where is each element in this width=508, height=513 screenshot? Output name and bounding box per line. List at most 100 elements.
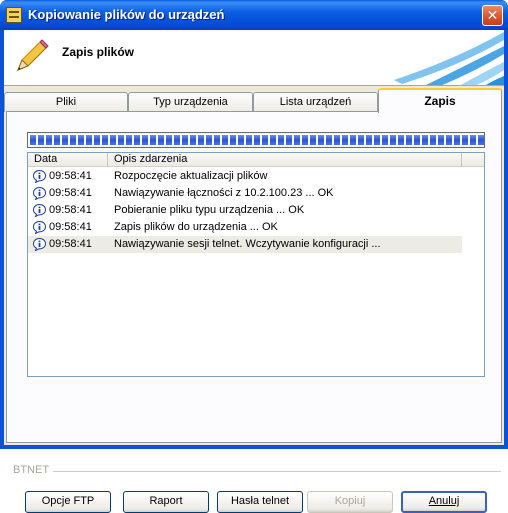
- telnet-passwords-button[interactable]: Hasła telnet: [217, 491, 303, 513]
- column-header-opis[interactable]: Opis zdarzenia: [108, 153, 462, 167]
- tab-panel-zapis: Data Opis zdarzenia 09:58:41 Rozpoczęcie …: [6, 111, 502, 513]
- log-header: Data Opis zdarzenia: [28, 153, 484, 167]
- header-title: Zapis plików: [62, 45, 135, 59]
- progress-segment: [334, 135, 340, 145]
- progress-segment: [422, 135, 428, 145]
- progress-segment: [398, 135, 404, 145]
- progress-segment: [102, 135, 108, 145]
- log-time: 09:58:41: [49, 238, 92, 250]
- progress-segment: [374, 135, 380, 145]
- log-message: Pobieranie pliku typu urządzenia ... OK: [114, 204, 305, 216]
- progress-segment: [470, 135, 476, 145]
- progress-segment: [78, 135, 84, 145]
- progress-segment: [390, 135, 396, 145]
- log-time: 09:58:41: [49, 221, 92, 233]
- progress-segment: [142, 135, 148, 145]
- report-button[interactable]: Raport: [123, 491, 209, 513]
- progress-segment: [238, 135, 244, 145]
- ftp-options-button[interactable]: Opcje FTP: [25, 491, 111, 513]
- log-time: 09:58:41: [49, 170, 92, 182]
- log-rows: 09:58:41 Rozpoczęcie aktualizacji plików 0…: [28, 168, 484, 253]
- progress-segment: [342, 135, 348, 145]
- title-bar[interactable]: Kopiowanie plików do urządzeń ✕: [0, 0, 508, 30]
- progress-segment: [310, 135, 316, 145]
- log-message: Nawiązywanie sesji telnet. Wczytywanie k…: [114, 238, 381, 250]
- info-icon: [33, 221, 46, 234]
- info-icon: [33, 170, 46, 183]
- log-time: 09:58:41: [49, 204, 92, 216]
- close-button[interactable]: ✕: [482, 5, 503, 26]
- event-log-list[interactable]: Data Opis zdarzenia 09:58:41 Rozpoczęcie …: [27, 152, 485, 377]
- log-message: Rozpoczęcie aktualizacji plików: [114, 170, 268, 182]
- log-row[interactable]: 09:58:41 Nawiązywanie łączności z 10.2.10…: [28, 185, 484, 202]
- progress-segment: [262, 135, 268, 145]
- log-row[interactable]: 09:58:41 Rozpoczęcie aktualizacji plików: [28, 168, 484, 185]
- info-icon: [33, 204, 46, 217]
- tab-strip: Pliki Typ urządzenia Lista urządzeń Zapi…: [4, 88, 504, 113]
- brand-label: BTNET: [13, 464, 50, 476]
- progress-segment: [118, 135, 124, 145]
- progress-segment: [198, 135, 204, 145]
- progress-segment: [38, 135, 44, 145]
- progress-segment: [230, 135, 236, 145]
- progress-segment: [414, 135, 420, 145]
- progress-segment: [94, 135, 100, 145]
- log-row[interactable]: 09:58:41 Zapis plików do urządzenia ... O…: [28, 219, 484, 236]
- cancel-button-label: Anuluj: [428, 495, 460, 507]
- dialog-client-area: Zapis plików Pliki Typ urządzenia Lista …: [4, 30, 504, 513]
- progress-bar: [27, 132, 485, 148]
- progress-segment: [206, 135, 212, 145]
- tab-lista-urzadzen[interactable]: Lista urządzeń: [253, 92, 378, 112]
- footer-divider: [53, 471, 501, 472]
- progress-segment: [214, 135, 220, 145]
- log-message: Zapis plików do urządzenia ... OK: [114, 221, 278, 233]
- progress-segment: [302, 135, 308, 145]
- progress-segment: [318, 135, 324, 145]
- progress-segment: [54, 135, 60, 145]
- app-icon: [6, 7, 22, 23]
- progress-segment: [430, 135, 436, 145]
- progress-segment: [478, 135, 484, 145]
- progress-segment: [278, 135, 284, 145]
- progress-segment: [270, 135, 276, 145]
- progress-segment: [158, 135, 164, 145]
- progress-segment: [246, 135, 252, 145]
- progress-segment: [150, 135, 156, 145]
- progress-segment: [182, 135, 188, 145]
- progress-segment: [62, 135, 68, 145]
- progress-segment: [166, 135, 172, 145]
- log-time: 09:58:41: [49, 187, 92, 199]
- copy-button[interactable]: Kopiuj: [307, 491, 393, 513]
- decorative-swoosh: [394, 32, 504, 85]
- tab-zapis[interactable]: Zapis: [378, 88, 502, 113]
- window-title: Kopiowanie plików do urządzeń: [28, 7, 225, 22]
- progress-segment: [382, 135, 388, 145]
- progress-segment: [326, 135, 332, 145]
- column-header-data[interactable]: Data: [28, 153, 108, 167]
- log-message: Nawiązywanie łączności z 10.2.100.23 ...…: [114, 187, 334, 199]
- progress-segment: [286, 135, 292, 145]
- progress-segment: [222, 135, 228, 145]
- info-icon: [33, 187, 46, 200]
- progress-segment: [294, 135, 300, 145]
- header-panel: Zapis plików: [4, 30, 504, 86]
- progress-segment: [358, 135, 364, 145]
- progress-segment: [350, 135, 356, 145]
- progress-segment: [46, 135, 52, 145]
- log-row[interactable]: 09:58:41 Nawiązywanie sesji telnet. Wczyt…: [28, 236, 462, 253]
- progress-segment: [438, 135, 444, 145]
- log-row[interactable]: 09:58:41 Pobieranie pliku typu urządzenia…: [28, 202, 484, 219]
- cancel-button[interactable]: Anuluj: [401, 491, 487, 513]
- progress-segment: [406, 135, 412, 145]
- progress-segment: [254, 135, 260, 145]
- progress-segment: [70, 135, 76, 145]
- progress-segment: [174, 135, 180, 145]
- progress-segment: [134, 135, 140, 145]
- progress-segment: [30, 135, 36, 145]
- progress-segment: [86, 135, 92, 145]
- pencil-icon: [17, 39, 49, 71]
- tab-typ-urzadzenia[interactable]: Typ urządzenia: [128, 92, 253, 112]
- progress-segment: [126, 135, 132, 145]
- tab-pliki[interactable]: Pliki: [4, 92, 128, 112]
- progress-segment: [110, 135, 116, 145]
